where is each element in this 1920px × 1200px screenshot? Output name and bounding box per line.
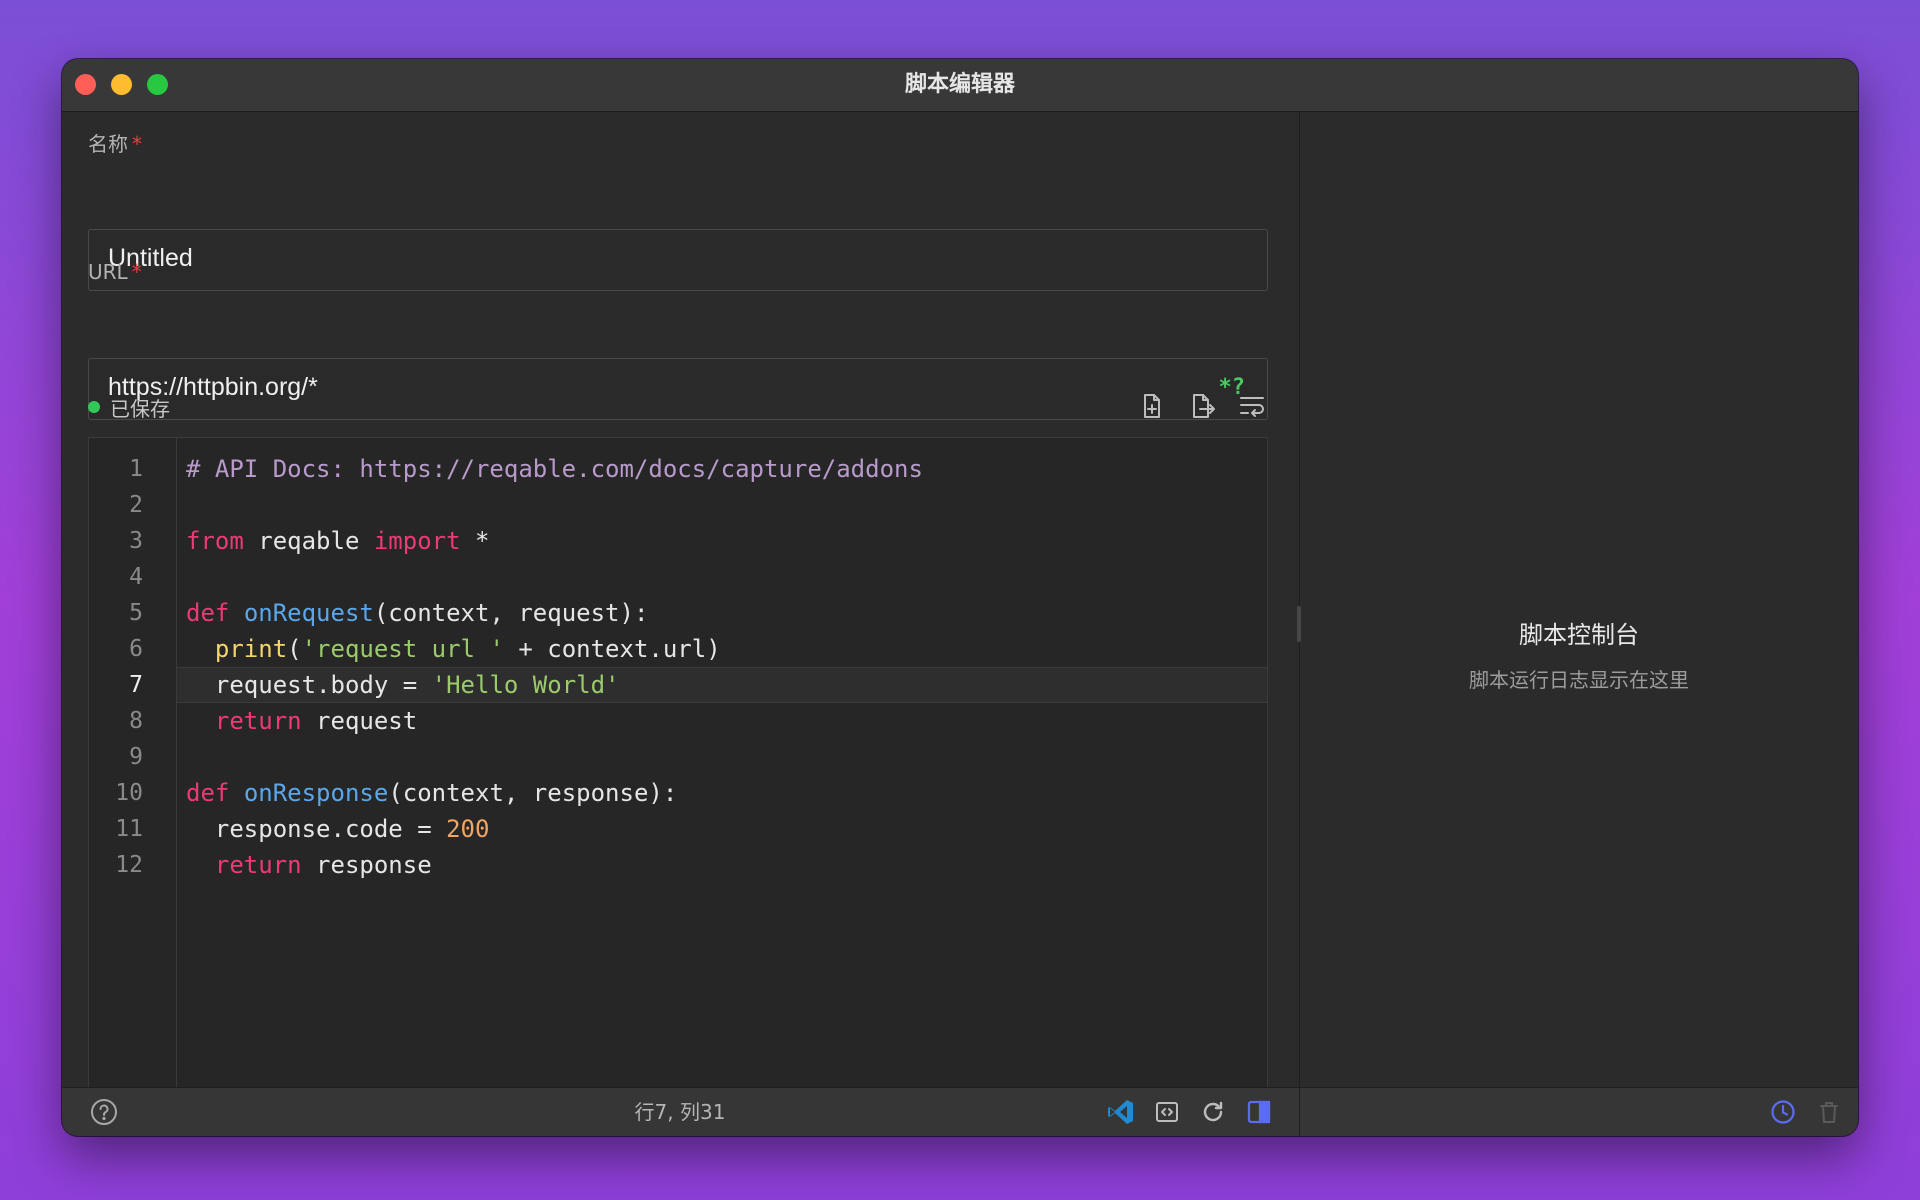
status-bar: 行7, 列31: [62, 1087, 1858, 1136]
history-icon: [1771, 1100, 1795, 1124]
code-number: 200: [446, 815, 490, 843]
window-title: 脚本编辑器: [904, 72, 1015, 97]
saved-status-text: 已保存: [110, 396, 170, 421]
line-number: 12: [115, 852, 143, 878]
code-text: request.body =: [214, 671, 432, 699]
line-number: 6: [129, 636, 143, 662]
code-line: # API Docs: https://reqable.com/docs/cap…: [177, 451, 1267, 487]
console-empty-state: 脚本控制台 脚本运行日志显示在这里: [1300, 615, 1858, 693]
line-number: 11: [115, 816, 143, 842]
code-text: reqable: [243, 527, 374, 555]
line-number-gutter: 1 2 3 4 5 6 7 8 9 10 11 12: [89, 438, 177, 1088]
saved-status-dot: [88, 401, 100, 413]
line-number: 4: [129, 564, 143, 590]
name-field[interactable]: [88, 229, 1268, 291]
name-input[interactable]: [108, 244, 1168, 273]
name-label-text: 名称: [88, 132, 128, 156]
title-bar: 脚本编辑器: [62, 59, 1858, 112]
save-status: 已保存: [88, 392, 170, 422]
required-marker: *: [131, 260, 142, 284]
code-text: response.code =: [214, 815, 447, 843]
code-text: + context.url): [503, 635, 721, 663]
code-comment: # API Docs: https://reqable.com/docs/cap…: [186, 455, 923, 483]
console-subtitle: 脚本运行日志显示在这里: [1469, 668, 1689, 692]
url-input[interactable]: [108, 373, 1168, 402]
code-editor[interactable]: 1 2 3 4 5 6 7 8 9 10 11 12 # API Docs: h…: [88, 437, 1268, 1088]
code-line: def onResponse(context, response):: [177, 775, 1267, 811]
import-file-button[interactable]: [1136, 390, 1168, 422]
code-format-button[interactable]: [1152, 1097, 1182, 1127]
status-bar-right: [1299, 1088, 1858, 1136]
code-line: print('request url ' + context.url): [177, 631, 1267, 667]
code-text: response: [301, 851, 432, 879]
code-text: (: [287, 635, 302, 663]
console-title: 脚本控制台: [1519, 621, 1639, 649]
reload-icon: [1203, 1101, 1223, 1122]
code-format-icon: [1156, 1102, 1178, 1122]
code-line-active: request.body = 'Hello World': [177, 667, 1267, 703]
code-line: return response: [177, 847, 1267, 883]
help-button[interactable]: [90, 1098, 118, 1126]
reload-button[interactable]: [1198, 1097, 1228, 1127]
sidebar-toggle-icon: [1247, 1100, 1271, 1124]
help-icon: [91, 1099, 117, 1125]
code-keyword: import: [373, 527, 461, 555]
file-export-icon: [1193, 394, 1215, 418]
code-line: from reqable import *: [177, 523, 1267, 559]
export-file-button[interactable]: [1186, 390, 1218, 422]
url-label: URL *: [88, 260, 142, 284]
editor-toolbar: [1136, 390, 1268, 422]
code-keyword: from: [186, 527, 244, 555]
clear-console-button[interactable]: [1814, 1097, 1844, 1127]
url-label-text: URL: [88, 260, 128, 284]
code-string: 'request url ': [301, 635, 504, 663]
history-button[interactable]: [1768, 1097, 1798, 1127]
file-import-icon: [1144, 394, 1160, 418]
code-keyword: return: [214, 851, 302, 879]
status-actions: [1106, 1097, 1274, 1127]
wrap-lines-button[interactable]: [1236, 390, 1268, 422]
code-function: onRequest: [243, 599, 374, 627]
trash-icon: [1820, 1102, 1838, 1123]
code-function: onResponse: [243, 779, 389, 807]
line-number: 8: [129, 708, 143, 734]
line-number: 1: [129, 456, 143, 482]
code-text: (context, response):: [388, 779, 678, 807]
required-marker: *: [132, 132, 142, 156]
code-keyword: def: [186, 599, 230, 627]
code-line: return request: [177, 703, 1267, 739]
line-number: 5: [129, 600, 143, 626]
line-number-active: 7: [129, 672, 143, 698]
code-keyword: return: [214, 707, 302, 735]
code-text: *: [460, 527, 490, 555]
code-builtin: print: [214, 635, 288, 663]
line-number: 9: [129, 744, 143, 770]
wrap-lines-icon: [1240, 397, 1264, 417]
status-bar-left: 行7, 列31: [62, 1088, 1298, 1136]
code-string: 'Hello World': [431, 671, 620, 699]
code-line: def onRequest(context, request):: [177, 595, 1267, 631]
line-number: 10: [115, 780, 143, 806]
url-field[interactable]: *?: [88, 358, 1268, 420]
editor-pane: 名称* URL* *? 已保存: [62, 112, 1298, 1088]
code-area[interactable]: # API Docs: https://reqable.com/docs/cap…: [177, 438, 1267, 1088]
open-in-vscode-button[interactable]: [1106, 1097, 1136, 1127]
line-number: 3: [129, 528, 143, 554]
script-editor-window: 脚本编辑器 名称* URL* *? 已保存: [62, 59, 1858, 1136]
vscode-icon: [1108, 1100, 1133, 1124]
code-text: (context, request):: [373, 599, 649, 627]
console-pane: 脚本控制台 脚本运行日志显示在这里: [1297, 112, 1858, 1088]
code-line: response.code = 200: [177, 811, 1267, 847]
console-actions: [1768, 1097, 1844, 1127]
toggle-console-button[interactable]: [1244, 1097, 1274, 1127]
code-text: request: [301, 707, 418, 735]
line-number: 2: [129, 492, 143, 518]
code-keyword: def: [186, 779, 230, 807]
name-label: 名称 *: [88, 128, 142, 157]
